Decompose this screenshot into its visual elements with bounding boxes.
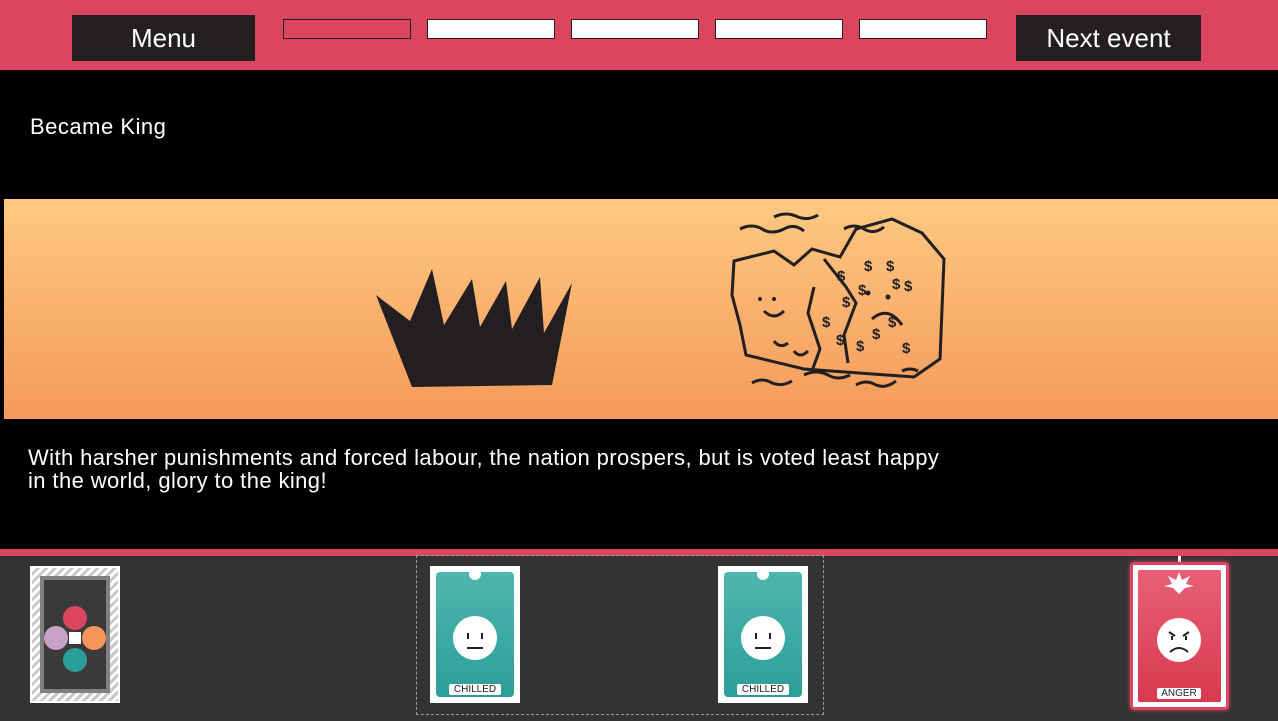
progress-segment-2 (427, 19, 555, 39)
svg-text:$: $ (856, 338, 865, 355)
svg-text:$: $ (837, 268, 846, 285)
event-title: Became King (30, 114, 167, 139)
progress-segment-5 (859, 19, 987, 39)
deck-card[interactable] (30, 566, 120, 703)
event-illustration-banner: $ $ $ $ $ $ $ $ $ $ $ $ $ (4, 199, 1278, 419)
svg-text:$: $ (822, 314, 831, 331)
money-faces-illustration (730, 212, 946, 388)
card-anger-label: ANGER (1157, 688, 1201, 699)
progress-segment-1 (283, 19, 411, 39)
svg-text:$: $ (886, 258, 895, 275)
menu-button[interactable]: Menu (72, 15, 255, 61)
neutral-face-icon (741, 616, 785, 660)
neutral-face-icon (453, 616, 497, 660)
progress-segment-4 (715, 19, 843, 39)
svg-text:$: $ (902, 340, 911, 357)
event-description: With harsher punishments and forced labo… (28, 445, 940, 493)
card-chilled-label: CHILLED (449, 684, 501, 695)
svg-text:$: $ (842, 294, 851, 311)
svg-text:$: $ (904, 278, 913, 295)
card-anger-face-bg: ANGER (1138, 570, 1221, 702)
card-chilled-2[interactable]: CHILLED (718, 566, 808, 703)
deck-card-inner (40, 576, 110, 693)
emotion-wheel-icon (44, 606, 106, 672)
svg-text:$: $ (888, 314, 897, 331)
svg-text:$: $ (836, 332, 845, 349)
svg-text:$: $ (858, 282, 867, 299)
card-chilled-face-bg: CHILLED (436, 568, 514, 697)
next-event-button[interactable]: Next event (1016, 15, 1201, 61)
card-chilled-1[interactable]: CHILLED (430, 566, 520, 703)
progress-segment-3 (571, 19, 699, 39)
crown-icon (376, 269, 572, 387)
card-chilled-label: CHILLED (737, 684, 789, 695)
card-chilled-face-bg: CHILLED (724, 568, 802, 697)
svg-text:$: $ (872, 326, 881, 343)
card-anger[interactable]: ANGER (1130, 562, 1229, 710)
angry-face-icon (1157, 572, 1201, 662)
svg-text:$: $ (864, 258, 873, 275)
svg-text:$: $ (892, 276, 901, 293)
